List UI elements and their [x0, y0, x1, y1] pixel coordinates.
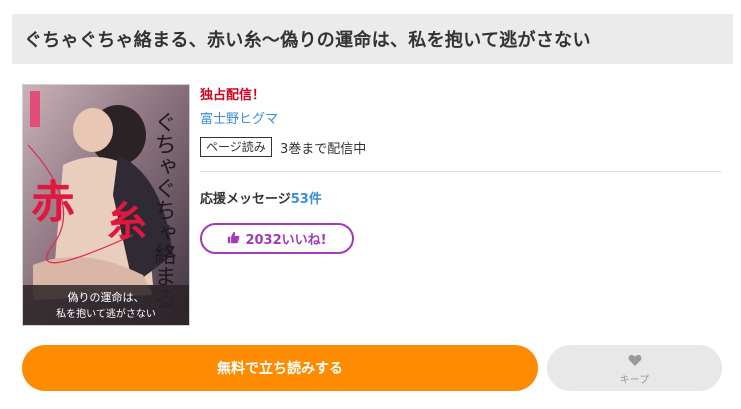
heart-icon	[628, 351, 642, 370]
cover-title-red-2: 糸	[107, 198, 147, 245]
cover-subtitle-2: 私を抱いて逃がさない	[56, 307, 156, 320]
cover-art: 赤 糸 ぐちゃぐちゃ絡まる 偽りの運命は、 私を抱いて逃がさない	[23, 85, 189, 325]
support-label: 応援メッセージ	[200, 192, 291, 207]
read-free-button[interactable]: 無料で立ち読みする	[22, 345, 538, 391]
author-link[interactable]: 富士野ヒグマ	[200, 108, 278, 127]
support-message-link[interactable]: 応援メッセージ53件	[200, 188, 322, 207]
cover-title-red: 赤	[31, 177, 75, 228]
read-type-tag: ページ読み	[200, 137, 272, 157]
like-count-label: 2032いいね!	[245, 233, 327, 248]
thumbs-up-icon	[227, 229, 240, 248]
title-bar: ぐちゃぐちゃ絡まる、赤い糸～偽りの運命は、私を抱いて逃がさない	[12, 14, 733, 64]
read-free-label: 無料で立ち読みする	[217, 361, 343, 377]
divider	[200, 171, 721, 172]
keep-label: キープ	[619, 374, 650, 386]
volumes-status: 3巻まで配信中	[280, 142, 367, 157]
keep-button[interactable]: キープ	[547, 345, 722, 391]
cover-subtitle-1: 偽りの運命は、	[68, 290, 145, 304]
book-cover-image[interactable]: 赤 糸 ぐちゃぐちゃ絡まる 偽りの運命は、 私を抱いて逃がさない	[22, 84, 190, 326]
cover-title-vertical: ぐちゃぐちゃ絡まる	[151, 111, 177, 309]
exclusive-badge: 独占配信！	[200, 88, 266, 103]
page-title: ぐちゃぐちゃ絡まる、赤い糸～偽りの運命は、私を抱いて逃がさない	[24, 30, 591, 51]
like-button[interactable]: 2032いいね!	[200, 223, 354, 254]
support-count[interactable]: 53件	[291, 192, 322, 207]
